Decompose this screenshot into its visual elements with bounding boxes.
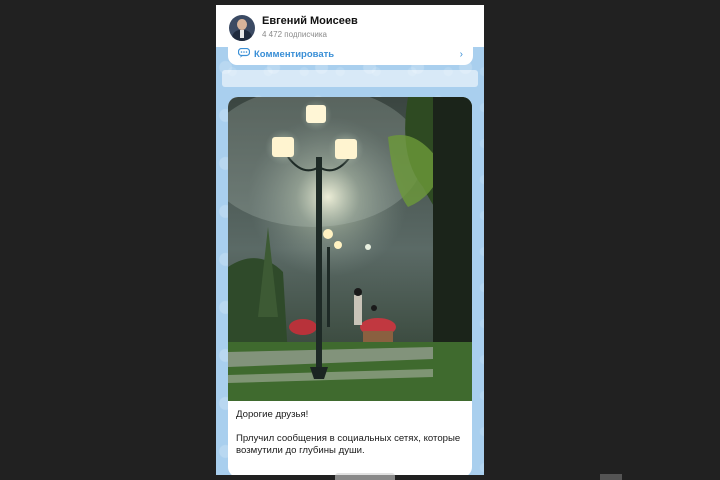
chevron-right-icon: ›: [459, 49, 463, 60]
telegram-channel-view: Евгений Моисеев 4 472 подписчика Коммент…: [216, 5, 484, 475]
post-greeting: Дорогие друзья!: [236, 409, 309, 420]
post-text: Дорогие друзья! Прлучил сообщения в соци…: [236, 409, 466, 469]
subscriber-count: 4 472 подписчика: [262, 30, 327, 39]
taskbar-peek-right: [600, 474, 622, 480]
date-separator: [222, 70, 478, 87]
channel-post[interactable]: Дорогие друзья! Прлучил сообщения в соци…: [228, 97, 472, 475]
channel-name: Евгений Моисеев: [262, 15, 358, 27]
taskbar-peek: [335, 473, 395, 480]
channel-header[interactable]: Евгений Моисеев 4 472 подписчика: [216, 5, 484, 47]
comment-bubble-icon: [238, 48, 250, 58]
post-body: Прлучил сообщения в социальных сетях, ко…: [236, 433, 461, 456]
channel-avatar[interactable]: [229, 15, 255, 41]
comment-label: Комментировать: [254, 49, 335, 60]
post-photo[interactable]: [228, 97, 472, 401]
